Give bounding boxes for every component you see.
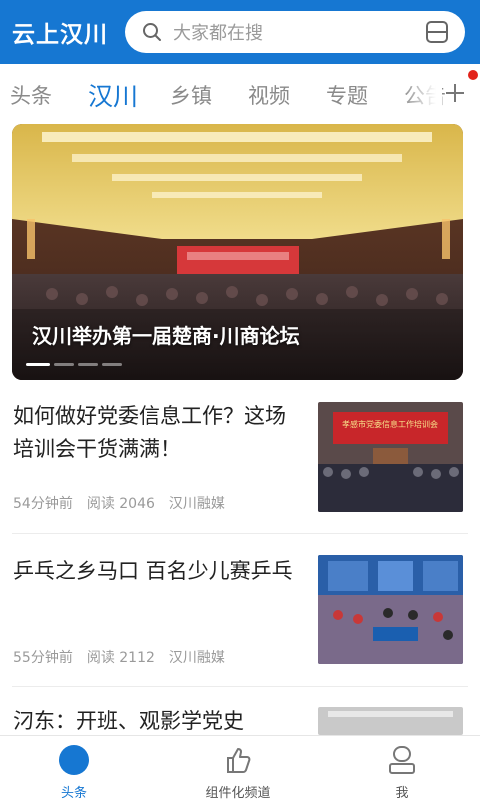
search-icon	[141, 21, 163, 43]
nav-me[interactable]: 我	[342, 736, 462, 800]
news-title: 汈东：开班、观影学党史	[13, 709, 244, 733]
carousel-dot	[54, 363, 74, 366]
tab-headlines[interactable]: 头条	[10, 80, 52, 110]
add-channel-icon[interactable]	[444, 82, 466, 104]
carousel-dot	[102, 363, 122, 366]
news-source: 汉川融媒	[168, 496, 225, 512]
tab-topics[interactable]: 专题	[326, 80, 368, 110]
news-time: 54分钟前	[13, 496, 73, 512]
search-placeholder: 大家都在搜	[173, 23, 263, 44]
banner-carousel[interactable]: 汉川举办第一届楚商·川商论坛	[12, 124, 463, 380]
banner-caption: 汉川举办第一届楚商·川商论坛	[32, 324, 300, 348]
channel-tabs: 头条 汉川 乡镇 视频 专题 公告	[0, 64, 480, 124]
news-reads: 阅读 2112	[86, 650, 155, 666]
news-item[interactable]: 如何做好党委信息工作？这场培训会干货满满！ 54分钟前 阅读 2046 汉川融媒…	[0, 380, 480, 535]
search-bar[interactable]: 大家都在搜	[125, 11, 465, 53]
nav-label: 我	[395, 786, 409, 800]
user-icon	[386, 744, 418, 776]
news-title: 如何做好党委信息工作？这场培训会干货满满！	[13, 404, 286, 461]
bottom-navigation: 头条 组件化频道 我	[0, 735, 480, 800]
nav-channels[interactable]: 组件化频道	[178, 736, 298, 800]
news-meta: 54分钟前 阅读 2046 汉川融媒	[13, 493, 225, 513]
news-source: 汉川融媒	[168, 650, 225, 666]
tab-video[interactable]: 视频	[248, 80, 290, 110]
home-circle-icon	[58, 744, 90, 776]
tabs-fade-overlay	[402, 64, 442, 124]
scan-icon[interactable]	[425, 20, 449, 44]
app-brand-title: 云上汉川	[12, 22, 108, 48]
tab-hanchuan[interactable]: 汉川	[88, 77, 138, 113]
carousel-dot	[26, 363, 50, 366]
news-time: 55分钟前	[13, 650, 73, 666]
app-header: 云上汉川 大家都在搜	[0, 0, 480, 64]
divider	[12, 533, 468, 534]
tab-towns[interactable]: 乡镇	[170, 80, 212, 110]
news-title: 乒乓之乡马口 百名少儿赛乒乓	[13, 559, 293, 583]
nav-label: 头条	[60, 786, 87, 800]
thumbs-up-icon	[222, 744, 254, 776]
news-reads: 阅读 2046	[86, 496, 155, 512]
nav-label: 组件化频道	[205, 786, 271, 800]
carousel-indicators	[26, 363, 122, 366]
carousel-dot	[78, 363, 98, 366]
news-thumbnail	[318, 707, 463, 735]
nav-home[interactable]: 头条	[14, 736, 134, 800]
notification-dot	[468, 70, 478, 80]
news-thumbnail: 孝感市党委信息工作培训会	[318, 402, 463, 512]
news-item[interactable]: 汈东：开班、观影学党史	[0, 687, 480, 735]
news-thumbnail	[318, 555, 463, 664]
thumb-banner-text: 孝感市党委信息工作培训会	[342, 419, 438, 429]
news-meta: 55分钟前 阅读 2112 汉川融媒	[13, 647, 225, 667]
news-item[interactable]: 乒乓之乡马口 百名少儿赛乒乓 55分钟前 阅读 2112 汉川融媒	[0, 535, 480, 685]
